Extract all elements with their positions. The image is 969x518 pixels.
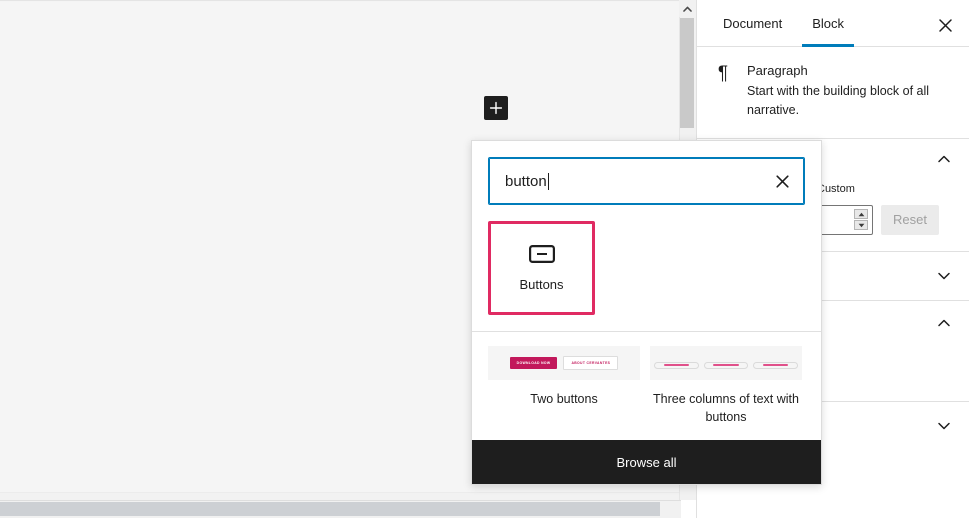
mini-column bbox=[703, 358, 749, 369]
plus-icon bbox=[489, 101, 503, 115]
add-block-button[interactable] bbox=[484, 96, 508, 120]
block-card-description: Start with the building block of all nar… bbox=[747, 84, 930, 117]
pattern-two-buttons[interactable]: DOWNLOAD NOW ABOUT CERVANTES Two buttons bbox=[488, 346, 640, 408]
pattern-label: Two buttons bbox=[530, 392, 598, 406]
close-icon bbox=[775, 174, 789, 188]
mini-button-row: DOWNLOAD NOW ABOUT CERVANTES bbox=[509, 356, 619, 370]
mini-button-primary: DOWNLOAD NOW bbox=[509, 357, 558, 369]
buttons-block-icon bbox=[528, 244, 555, 263]
editor-root: Document Block ¶ Paragraph Start with th… bbox=[0, 0, 969, 518]
custom-label: Custom bbox=[817, 182, 855, 195]
horizontal-scrollbar-thumb[interactable] bbox=[0, 502, 660, 516]
inserter-patterns: DOWNLOAD NOW ABOUT CERVANTES Two buttons bbox=[472, 332, 821, 432]
block-card: ¶ Paragraph Start with the building bloc… bbox=[697, 47, 969, 136]
tab-block[interactable]: Block bbox=[802, 0, 854, 47]
tab-document[interactable]: Document bbox=[713, 0, 792, 47]
spinner-up-button[interactable] bbox=[854, 209, 868, 219]
block-result-label: Buttons bbox=[519, 276, 564, 292]
close-icon bbox=[938, 18, 952, 32]
chevron-up-icon bbox=[938, 319, 950, 326]
pattern-preview bbox=[650, 346, 802, 380]
caret-up-icon bbox=[858, 212, 864, 216]
close-sidebar-button[interactable] bbox=[933, 13, 957, 37]
mini-button-outline bbox=[703, 361, 749, 369]
chevron-up-icon bbox=[683, 6, 692, 12]
custom-font-size-input[interactable] bbox=[817, 204, 873, 235]
reset-font-size-button[interactable]: Reset bbox=[881, 204, 939, 235]
block-search-value: button bbox=[505, 172, 547, 190]
block-result-buttons[interactable]: Buttons bbox=[488, 221, 595, 315]
mini-button-outline bbox=[654, 361, 699, 369]
pattern-preview: DOWNLOAD NOW ABOUT CERVANTES bbox=[488, 346, 640, 380]
inserter-block-results: Buttons bbox=[472, 221, 821, 323]
chevron-down-icon bbox=[938, 423, 950, 430]
mini-column bbox=[753, 358, 799, 369]
mini-columns bbox=[650, 358, 802, 369]
block-inserter-popover: button Buttons DOWNLOAD NOW ABOUT CERVAN… bbox=[471, 140, 822, 485]
pattern-three-columns[interactable]: Three columns of text with buttons bbox=[650, 346, 802, 426]
scrollbar-thumb[interactable] bbox=[680, 18, 694, 128]
chevron-up-icon bbox=[938, 155, 950, 162]
pattern-label: Three columns of text with buttons bbox=[653, 392, 799, 425]
text-cursor bbox=[547, 172, 549, 190]
inserter-search-wrap: button bbox=[472, 141, 821, 221]
paragraph-icon: ¶ bbox=[717, 63, 729, 84]
clear-search-button[interactable] bbox=[770, 169, 794, 193]
caret-down-icon bbox=[858, 223, 864, 227]
mini-column bbox=[654, 358, 699, 369]
block-search-input[interactable]: button bbox=[488, 157, 805, 205]
custom-font-size-field: Custom bbox=[817, 183, 873, 235]
mini-button-secondary: ABOUT CERVANTES bbox=[563, 356, 619, 370]
number-spinner[interactable] bbox=[854, 209, 868, 230]
sidebar-tabs: Document Block bbox=[697, 0, 969, 47]
chevron-down-icon bbox=[938, 272, 950, 279]
mini-button-outline bbox=[753, 361, 799, 369]
browse-all-button[interactable]: Browse all bbox=[472, 440, 821, 484]
block-card-title: Paragraph bbox=[747, 63, 808, 78]
scroll-up-arrow[interactable] bbox=[679, 0, 696, 17]
spinner-down-button[interactable] bbox=[854, 220, 868, 230]
